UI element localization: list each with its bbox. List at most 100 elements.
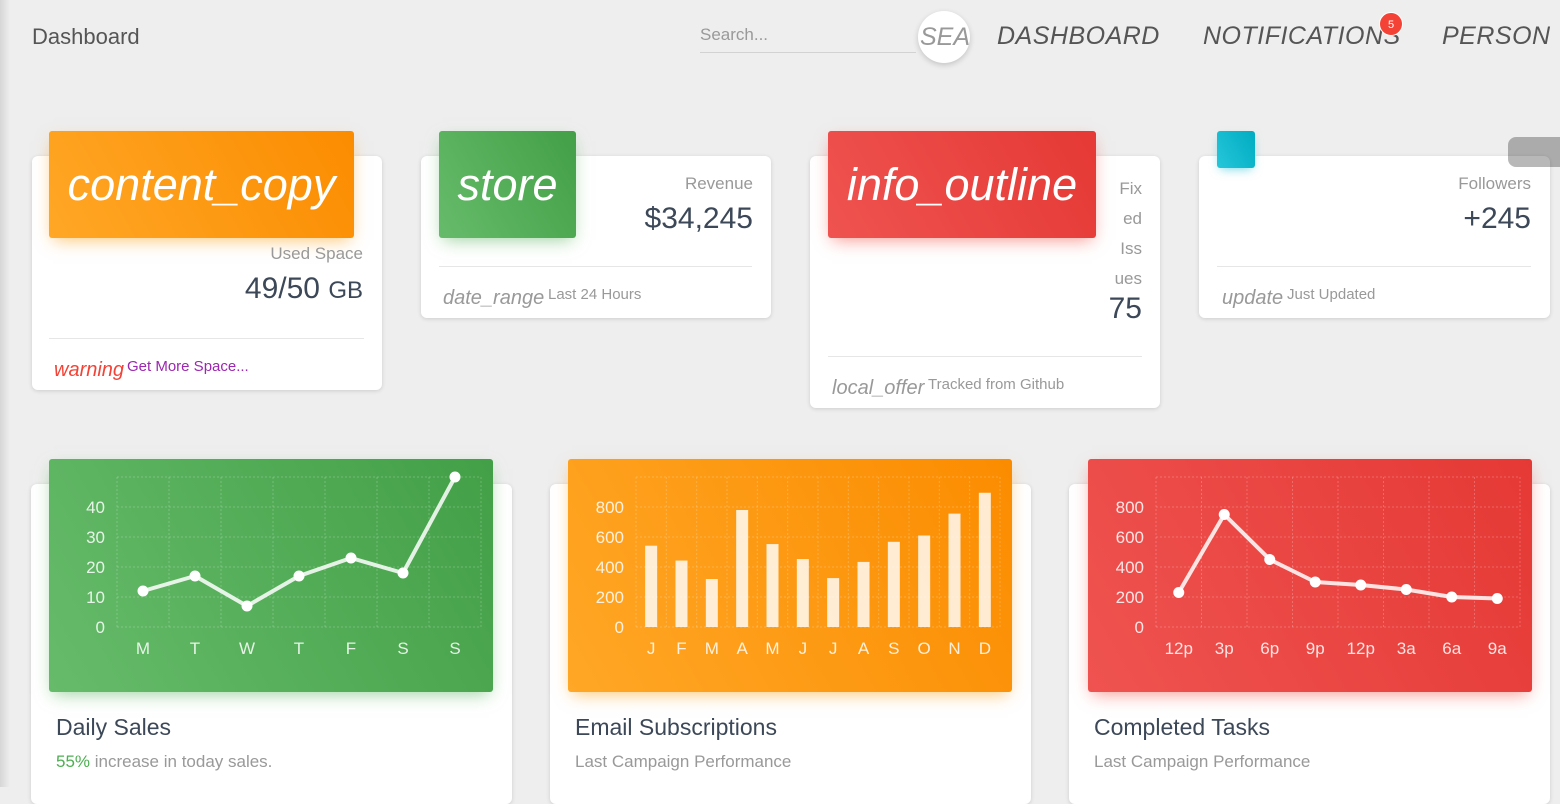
data-point: [1491, 593, 1503, 604]
x-tick-label: A: [858, 639, 870, 658]
stat-category: Used Space: [270, 244, 363, 263]
data-point: [293, 570, 305, 582]
local-offer-icon: local_offer: [832, 377, 925, 399]
get-more-space-link[interactable]: Get More Space...: [127, 358, 249, 375]
chart-title: Email Subscriptions: [575, 714, 777, 740]
nav-notifications-link[interactable]: NOTIFICATIONS: [1203, 22, 1401, 51]
x-tick-label: 9p: [1306, 639, 1325, 658]
x-tick-label: S: [888, 639, 899, 658]
x-tick-label: 9a: [1488, 639, 1507, 658]
stat-value: +245: [1463, 202, 1531, 235]
y-tick-label: 400: [596, 558, 624, 577]
data-point: [1355, 579, 1367, 591]
fixed-plugin-toggle[interactable]: [1508, 137, 1560, 167]
x-tick-label: 6p: [1260, 639, 1279, 658]
x-tick-label: M: [765, 639, 779, 658]
y-tick-label: 400: [1116, 558, 1144, 577]
y-tick-label: 0: [1135, 618, 1144, 637]
data-point: [189, 570, 201, 582]
bar: [857, 561, 870, 627]
x-tick-label: T: [294, 639, 304, 658]
x-tick-label: 3p: [1215, 639, 1234, 658]
bar: [796, 559, 809, 627]
y-tick-label: 0: [615, 618, 624, 637]
x-tick-label: J: [647, 639, 656, 658]
info-outline-icon: info_outline: [828, 131, 1096, 238]
bar: [978, 492, 991, 627]
x-tick-label: F: [346, 639, 356, 658]
bar: [705, 579, 718, 627]
data-point: [1309, 576, 1321, 588]
store-icon: store: [439, 131, 576, 238]
x-tick-label: W: [239, 639, 255, 658]
x-tick-label: S: [397, 639, 408, 658]
update-icon: update: [1222, 287, 1284, 309]
sidebar-edge-shadow: [0, 0, 10, 787]
bar: [645, 545, 658, 627]
stat-value: 75: [1108, 292, 1142, 325]
chart-title: Completed Tasks: [1094, 714, 1270, 740]
nav-person-link[interactable]: PERSON: [1442, 22, 1551, 51]
stat-footer-text: Last 24 Hours: [548, 286, 642, 303]
x-tick-label: J: [799, 639, 808, 658]
stat-divider: [1217, 266, 1531, 267]
x-tick-label: 3a: [1397, 639, 1416, 658]
stat-value: $34,245: [644, 202, 753, 235]
bar: [766, 544, 779, 627]
search-input[interactable]: [700, 18, 916, 53]
daily-sales-chart: 0 10 20 30 40 M T W T F S S: [49, 459, 493, 692]
bar: [887, 541, 900, 627]
x-tick-label: 12p: [1347, 639, 1375, 658]
data-point: [1218, 509, 1230, 520]
x-tick-label: 6a: [1442, 639, 1461, 658]
email-subscriptions-chart: 0 200 400 600 800 J F M A M J J A S O N D: [568, 459, 1012, 692]
stat-footer-text: Tracked from Github: [928, 376, 1065, 393]
data-point: [1400, 584, 1412, 595]
bar: [675, 560, 688, 627]
stat-category: Followers: [1458, 174, 1531, 193]
stat-divider: [828, 356, 1142, 357]
y-tick-label: 40: [86, 498, 105, 517]
y-tick-label: 800: [596, 498, 624, 517]
y-tick-label: 800: [1116, 498, 1144, 517]
stat-footer-text: Just Updated: [1287, 286, 1376, 303]
x-tick-label: S: [449, 639, 460, 658]
x-tick-label: N: [948, 639, 960, 658]
bar: [827, 578, 840, 627]
warning-icon: warning: [54, 359, 125, 381]
data-point: [241, 600, 253, 612]
y-tick-label: 200: [1116, 588, 1144, 607]
data-point: [345, 552, 357, 564]
chart-title: Daily Sales: [56, 714, 172, 740]
y-tick-label: 30: [86, 528, 105, 547]
data-point: [137, 585, 149, 597]
completed-tasks-chart: 0 200 400 600 800 12p 3p 6p 9p 12p 3a 6a 9a: [1088, 459, 1532, 692]
bar: [918, 535, 931, 627]
x-tick-label: D: [979, 639, 991, 658]
chart-subtitle: Last Campaign Performance: [575, 752, 792, 771]
data-point: [397, 567, 409, 579]
nav-dashboard-link[interactable]: DASHBOARD: [997, 22, 1160, 51]
followers-icon: [1217, 131, 1255, 168]
x-tick-label: T: [190, 639, 200, 658]
y-tick-label: 600: [596, 528, 624, 547]
y-tick-label: 600: [1116, 528, 1144, 547]
y-tick-label: 20: [86, 558, 105, 577]
data-point: [1264, 554, 1276, 565]
stat-divider: [439, 266, 752, 267]
content-copy-icon: content_copy: [49, 131, 354, 238]
x-tick-label: O: [918, 639, 931, 658]
bar: [948, 513, 961, 627]
bar: [736, 510, 749, 627]
data-point: [1446, 591, 1458, 603]
x-tick-label: J: [829, 639, 838, 658]
stat-divider: [49, 338, 364, 339]
x-tick-label: A: [736, 639, 748, 658]
data-point: [1173, 587, 1185, 598]
navbar-brand[interactable]: Dashboard: [32, 24, 140, 50]
x-tick-label: 12p: [1165, 639, 1193, 658]
y-tick-label: 0: [96, 618, 105, 637]
stat-category: Revenue: [684, 174, 753, 193]
stat-category: Fix ed Iss ues: [1114, 179, 1142, 288]
search-button[interactable]: SEA: [918, 11, 970, 63]
